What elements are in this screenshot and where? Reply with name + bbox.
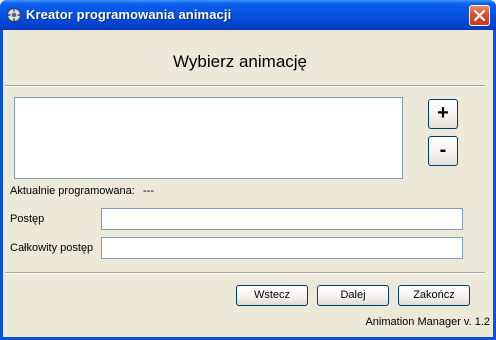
step-progress-bar xyxy=(101,208,463,230)
app-icon[interactable] xyxy=(6,7,22,23)
close-icon xyxy=(474,10,485,21)
window-title: Kreator programowania animacji xyxy=(26,7,232,22)
next-button[interactable]: Dalej xyxy=(317,285,389,306)
current-animation-label: Aktualnie programowana: xyxy=(10,185,135,197)
remove-animation-button[interactable]: - xyxy=(428,136,458,166)
title-bar[interactable]: Kreator programowania animacji xyxy=(0,0,496,30)
header-divider xyxy=(5,85,485,87)
dialog-body: Wybierz animację + - Aktualnie programow… xyxy=(3,30,493,337)
wizard-window: Kreator programowania animacji Wybierz a… xyxy=(0,0,496,340)
version-label: Animation Manager v. 1.2 xyxy=(365,316,490,328)
add-animation-button[interactable]: + xyxy=(428,99,458,129)
close-button[interactable] xyxy=(469,5,490,26)
total-progress-bar xyxy=(101,237,463,259)
step-progress-label: Postęp xyxy=(10,213,45,225)
back-button[interactable]: Wstecz xyxy=(236,285,308,306)
current-animation-value: --- xyxy=(143,185,154,197)
animation-listbox[interactable] xyxy=(14,97,403,179)
page-heading: Wybierz animację xyxy=(173,52,307,71)
footer-divider xyxy=(5,272,485,274)
finish-button[interactable]: Zakończ xyxy=(398,285,470,306)
total-progress-label: Całkowity postęp xyxy=(10,242,94,254)
